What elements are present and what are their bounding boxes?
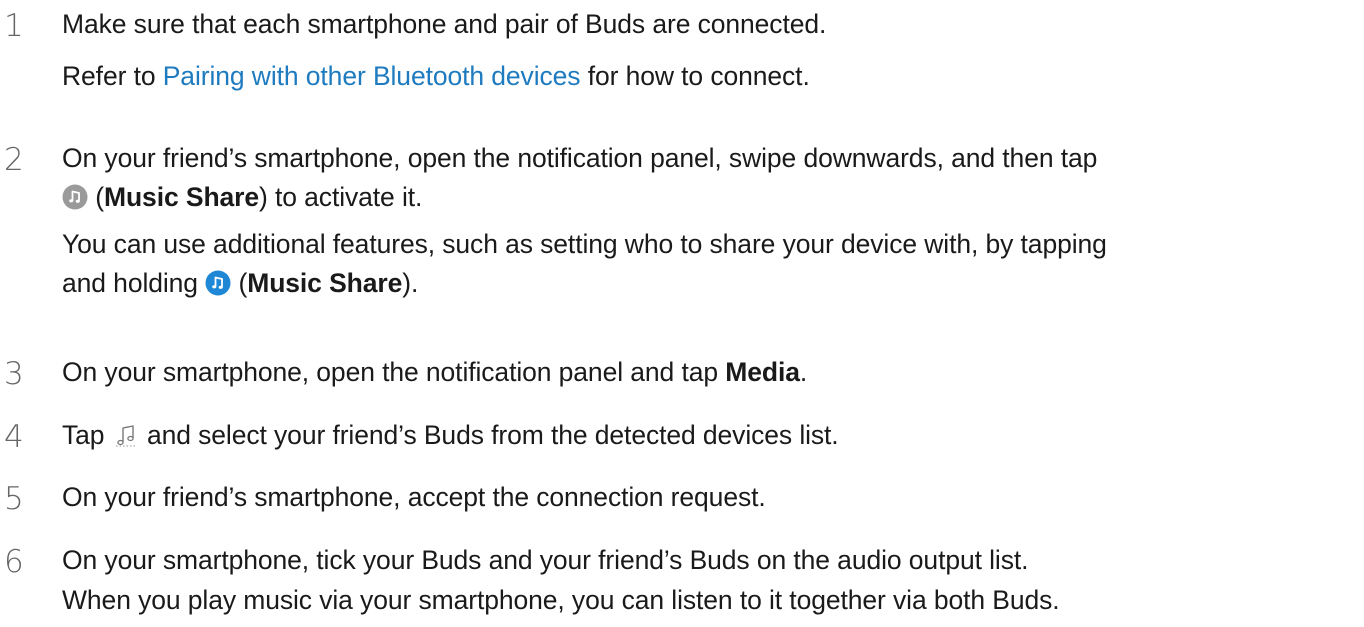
music-share-blue-icon xyxy=(205,270,231,296)
subtext-suffix: for how to connect. xyxy=(580,60,810,91)
music-share-grey-icon xyxy=(62,184,88,210)
line2-close: ) to activate it. xyxy=(259,181,423,212)
subtext-prefix: and holding xyxy=(62,267,206,298)
step-number: 4 xyxy=(4,419,24,455)
audio-output-note-icon xyxy=(112,423,140,447)
step-4: 4 Tap and select your friend’s Buds from… xyxy=(0,422,839,453)
step-text-line2: (Music Share) to activate it. xyxy=(62,181,1107,212)
step-subtext: You can use additional features, such as… xyxy=(62,229,1107,259)
step-subtext: Refer to Pairing with other Bluetooth de… xyxy=(62,60,826,91)
step-2: 2 On your friend’s smartphone, open the … xyxy=(0,145,1107,296)
music-share-label: Music Share xyxy=(247,267,403,298)
step-number: 1 xyxy=(4,8,24,44)
step-subtext-line2: and holding (Music Share). xyxy=(62,267,1107,298)
step-number: 6 xyxy=(4,544,24,580)
subtext-prefix: Refer to xyxy=(62,60,163,91)
step-text-prefix: Tap xyxy=(62,420,112,450)
step-text-suffix: and select your friend’s Buds from the d… xyxy=(139,420,839,450)
step-number: 3 xyxy=(4,356,24,392)
step-1: 1 Make sure that each smartphone and pai… xyxy=(0,11,826,89)
subtext-close: ). xyxy=(402,267,419,298)
paren-open: ( xyxy=(88,181,104,212)
step-3: 3 On your smartphone, open the notificat… xyxy=(0,359,807,390)
step-5: 5 On your friend’s smartphone, accept th… xyxy=(0,482,766,515)
pairing-link[interactable]: Pairing with other Bluetooth devices xyxy=(163,61,581,91)
step-number: 2 xyxy=(4,142,24,178)
step-text: On your friend’s smartphone, accept the … xyxy=(62,482,766,512)
step-text-suffix: . xyxy=(799,357,808,387)
step-text: On your smartphone, tick your Buds and y… xyxy=(62,545,1029,575)
step-number: 5 xyxy=(4,481,24,517)
media-label: Media xyxy=(725,357,800,387)
step-text: Tap and select your friend’s Buds from t… xyxy=(62,422,839,449)
step-text: Make sure that each smartphone and pair … xyxy=(62,9,827,39)
music-share-label: Music Share xyxy=(104,181,260,212)
step-text: On your friend’s smartphone, open the no… xyxy=(62,143,1098,173)
step-subtext: When you play music via your smartphone,… xyxy=(62,584,1060,615)
step-6: 6 On your smartphone, tick your Buds and… xyxy=(0,547,1060,613)
step-text-prefix: On your smartphone, open the notificatio… xyxy=(62,357,726,387)
paren-open: ( xyxy=(231,267,248,298)
step-text: On your smartphone, open the notificatio… xyxy=(62,359,807,386)
